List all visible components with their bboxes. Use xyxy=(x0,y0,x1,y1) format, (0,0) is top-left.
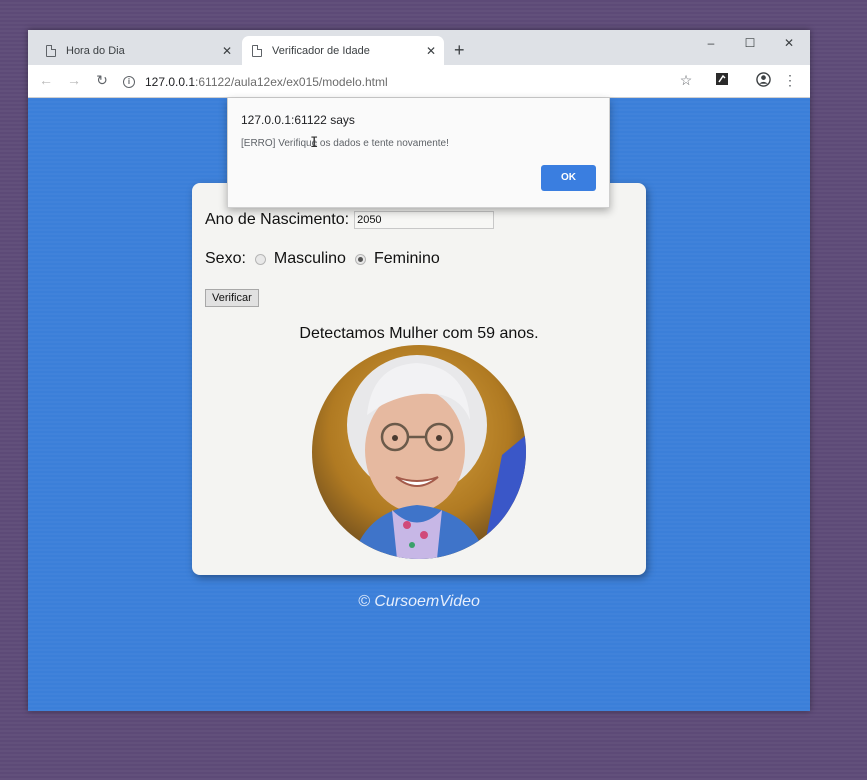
result-text: Detectamos Mulher com 59 anos. xyxy=(299,325,539,342)
tab-hora-do-dia[interactable]: Hora do Dia ✕ xyxy=(36,36,240,65)
info-icon[interactable]: i xyxy=(123,75,135,88)
address-bar[interactable]: i 127.0.0.1:61122/aula12ex/ex015/modelo.… xyxy=(123,69,723,94)
birth-year-label: Ano de Nascimento: xyxy=(205,211,350,228)
minimize-button[interactable]: – xyxy=(696,36,726,50)
close-window-button[interactable]: ✕ xyxy=(774,36,804,50)
text-cursor-icon: I xyxy=(310,135,319,151)
browser-toolbar: ← → ↻ i 127.0.0.1:61122/aula12ex/ex015/m… xyxy=(28,65,810,98)
browser-window: Hora do Dia ✕ Verificador de Idade ✕ + –… xyxy=(28,30,810,711)
back-arrow-icon[interactable]: ← xyxy=(36,72,56,88)
radio-feminino[interactable] xyxy=(354,253,366,265)
tab-verificador-de-idade[interactable]: Verificador de Idade ✕ xyxy=(242,36,444,65)
tab-title: Verificador de Idade xyxy=(272,44,370,57)
close-tab-icon[interactable]: ✕ xyxy=(218,44,236,58)
alert-message: [ERRO] Verifique os dados e tente novame… xyxy=(241,138,449,149)
birth-year-row: Ano de Nascimento: xyxy=(205,211,495,229)
forward-arrow-icon[interactable]: → xyxy=(64,72,84,88)
url-text[interactable]: 127.0.0.1:61122/aula12ex/ex015/modelo.ht… xyxy=(145,75,388,89)
document-icon xyxy=(46,44,56,57)
sex-label: Sexo: xyxy=(205,250,246,267)
radio-feminino-label[interactable]: Feminino xyxy=(374,250,440,268)
star-icon[interactable]: ☆ xyxy=(676,72,696,89)
sex-row: Sexo: Masculino Feminino xyxy=(205,250,440,268)
tab-strip: Hora do Dia ✕ Verificador de Idade ✕ + –… xyxy=(28,30,810,65)
maximize-button[interactable]: ☐ xyxy=(735,36,765,50)
alert-ok-button[interactable]: OK xyxy=(541,165,596,191)
alert-origin: 127.0.0.1:61122 says xyxy=(241,113,355,127)
form-card: Ano de Nascimento: Sexo: Masculino Femin… xyxy=(192,183,646,575)
footer-copyright: © CursoemVideo xyxy=(358,593,480,610)
radio-masculino[interactable] xyxy=(254,253,266,265)
alert-dialog: 127.0.0.1:61122 says [ERRO] Verifique os… xyxy=(227,98,610,208)
elderly-woman-photo xyxy=(312,345,526,559)
radio-masculino-label[interactable]: Masculino xyxy=(274,250,346,268)
extension-icon[interactable] xyxy=(712,72,732,89)
profile-icon[interactable] xyxy=(753,72,773,90)
tab-title: Hora do Dia xyxy=(66,44,125,57)
birth-year-input[interactable] xyxy=(354,211,495,229)
verify-button[interactable]: Verificar xyxy=(205,289,259,307)
reload-icon[interactable]: ↻ xyxy=(92,72,112,89)
document-icon xyxy=(252,44,262,57)
close-tab-icon[interactable]: ✕ xyxy=(422,44,440,58)
menu-icon[interactable]: ⋮ xyxy=(780,72,800,89)
new-tab-button[interactable]: + xyxy=(454,40,465,61)
